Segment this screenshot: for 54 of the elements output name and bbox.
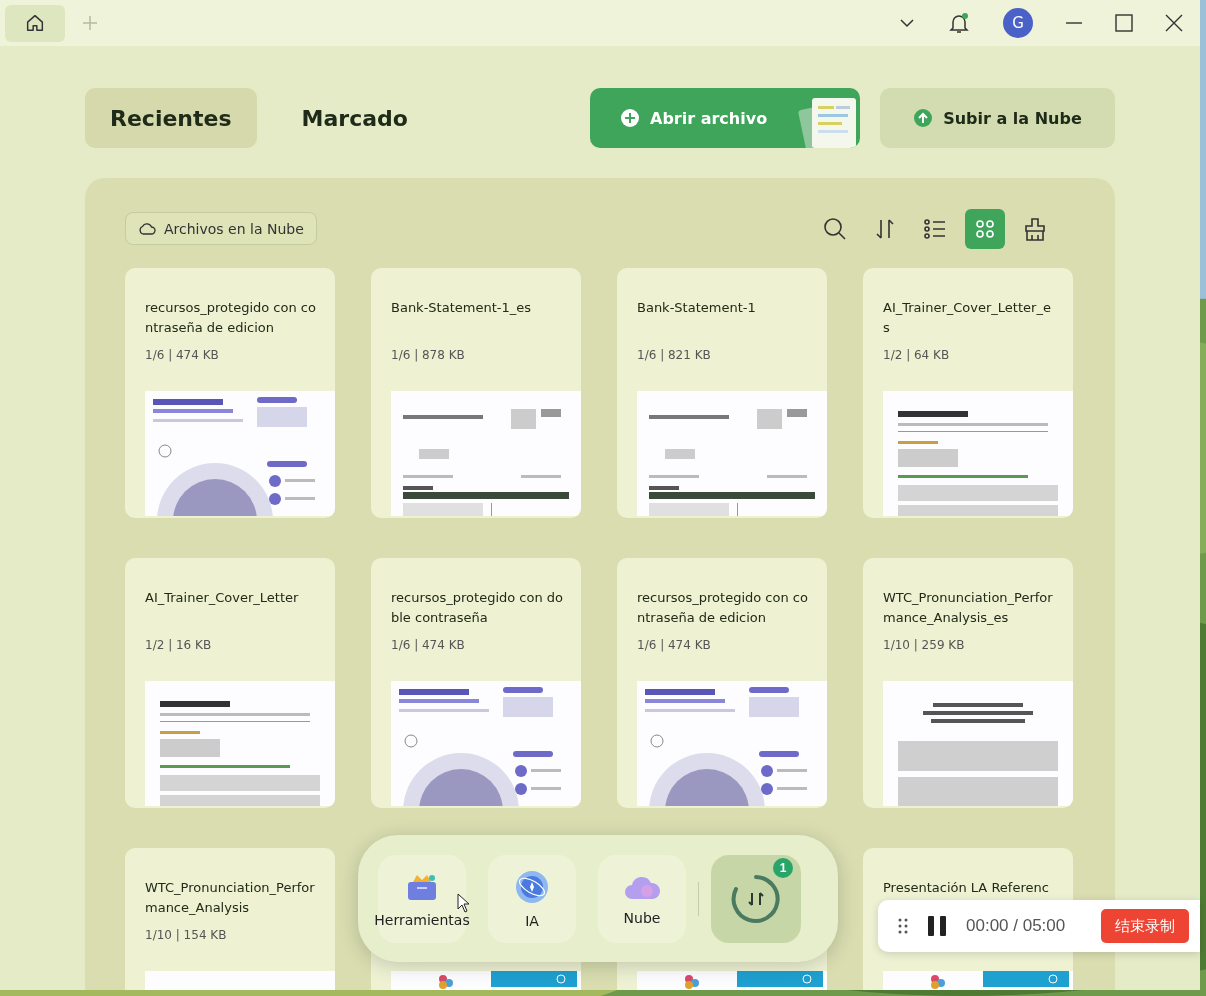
file-info: 1/10 | 154 KB	[145, 928, 227, 942]
file-name: recursos_protegido con contraseña de edicion	[637, 590, 808, 625]
file-info: 1/6 | 878 KB	[391, 348, 465, 362]
file-name: Bank-Statement-1_es	[391, 300, 531, 315]
file-card[interactable]: WTC_Pronunciation_Performance_Analysis_es 1/10 | 259 KB	[863, 558, 1073, 808]
cloud-filter-chip[interactable]: Archivos en la Nube	[125, 212, 317, 245]
tab[interactable]: Marcado	[276, 88, 433, 148]
file-name: recursos_protegido con doble contraseña	[391, 590, 564, 625]
file-name: Bank-Statement-1	[637, 300, 756, 315]
search-icon	[822, 215, 848, 242]
drag-handle-icon[interactable]	[898, 917, 908, 935]
ai-orb-icon	[514, 868, 550, 905]
upload-cloud-button[interactable]: Subir a la Nube	[880, 88, 1115, 148]
file-name: WTC_Pronunciation_Performance_Analysis_es	[883, 590, 1053, 625]
grid-view-button[interactable]	[965, 208, 1005, 249]
file-name: Presentación LA Referenc	[883, 880, 1049, 895]
cloud-button[interactable]: Nube	[598, 854, 686, 943]
file-info: 1/6 | 474 KB	[391, 638, 465, 652]
plus-icon	[620, 108, 640, 128]
ai-button[interactable]: IA	[488, 854, 576, 943]
file-card[interactable]: WTC_Pronunciation_Performance_Analysis 1/10 | 154 KB	[125, 848, 335, 990]
file-card[interactable]: AI_Trainer_Cover_Letter_es 1/2 | 64 KB	[863, 268, 1073, 518]
file-info: 1/6 | 821 KB	[637, 348, 711, 362]
maximize-icon[interactable]	[1115, 14, 1133, 32]
avatar[interactable]: G	[1003, 8, 1033, 38]
file-name: recursos_protegido con contraseña de edicion	[145, 300, 316, 335]
stop-recording-button[interactable]: 结束录制	[1101, 909, 1189, 943]
file-card[interactable]: recursos_protegido con doble contraseña 1/6 | 474 KB	[371, 558, 581, 808]
file-card[interactable]: Bank-Statement-1_es 1/6 | 878 KB	[371, 268, 581, 518]
file-card[interactable]: recursos_protegido con contraseña de edicion 1/6 | 474 KB	[617, 558, 827, 808]
cursor-icon	[457, 893, 471, 913]
file-card[interactable]: AI_Trainer_Cover_Letter 1/2 | 16 KB	[125, 558, 335, 808]
file-info: 1/6 | 474 KB	[145, 348, 219, 362]
bell-icon[interactable]	[947, 11, 971, 35]
home-icon	[24, 12, 46, 34]
tab[interactable]: Recientes	[85, 88, 257, 148]
recording-timer: 00:00 / 05:00	[966, 916, 1066, 936]
file-card[interactable]: recursos_protegido con contraseña de edicion 1/6 | 474 KB	[125, 268, 335, 518]
file-info: 1/2 | 16 KB	[145, 638, 212, 652]
notification-badge: 1	[773, 857, 793, 878]
pause-icon[interactable]	[926, 915, 948, 937]
file-name: AI_Trainer_Cover_Letter_es	[883, 300, 1051, 335]
broom-icon	[1022, 215, 1048, 242]
file-name: WTC_Pronunciation_Performance_Analysis	[145, 880, 315, 915]
file-info: 1/10 | 259 KB	[883, 638, 965, 652]
file-card[interactable]: Bank-Statement-1 1/6 | 821 KB	[617, 268, 827, 518]
close-icon[interactable]	[1165, 14, 1183, 32]
upload-icon	[913, 108, 934, 128]
file-name: AI_Trainer_Cover_Letter	[145, 590, 299, 605]
home-tab[interactable]	[5, 4, 65, 42]
sync-icon	[730, 872, 782, 925]
cloud-icon	[138, 221, 156, 236]
file-info: 1/2 | 64 KB	[883, 348, 950, 362]
file-info: 1/6 | 474 KB	[637, 638, 711, 652]
